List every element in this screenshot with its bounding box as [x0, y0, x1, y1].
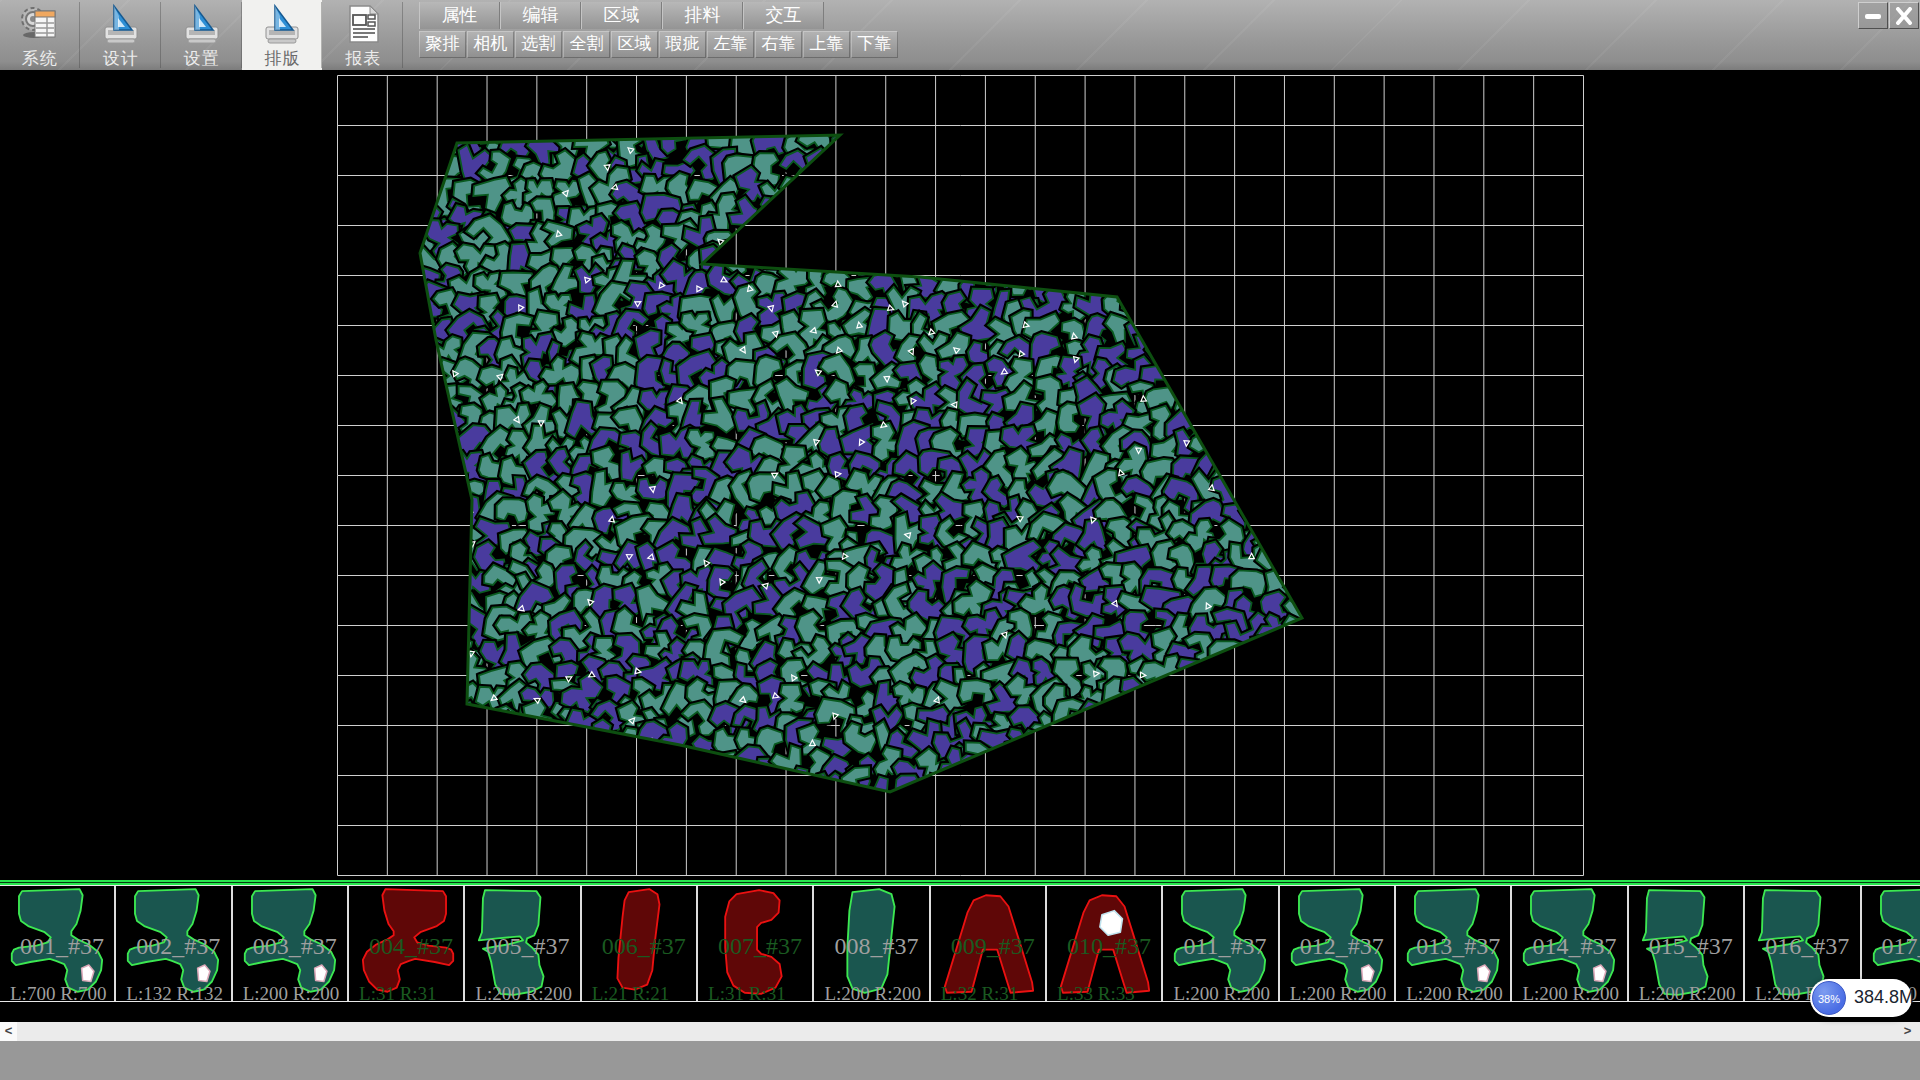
memory-status-pill: 38% 384.8M	[1810, 979, 1912, 1017]
nesting-canvas[interactable]	[0, 70, 1920, 880]
part-name: 016_#37	[1765, 933, 1849, 960]
memory-value: 384.8M	[1854, 987, 1914, 1008]
part-lr-count: L:200 R:200	[1173, 983, 1270, 1002]
part-thumbnail-014_#37[interactable]: 014_#37 L:200 R:200	[1512, 886, 1628, 1001]
main-tab-label: 系统	[0, 47, 80, 70]
set-square-icon	[260, 3, 304, 47]
part-thumbnail-005_#37[interactable]: 005_#37 L:200 R:200	[465, 886, 581, 1001]
set-square-icon	[99, 3, 143, 47]
toolbar: 系统设计设置排版报表 属性编辑区域排料交互 聚排相机选割全割区域瑕疵左靠右靠上靠…	[0, 0, 1920, 70]
part-thumbnail-004_#37[interactable]: 004_#37 L:31 R:31	[349, 886, 465, 1001]
menu2-1[interactable]: 聚排	[419, 31, 466, 58]
part-lr-count: L:200 R:200	[824, 983, 921, 1002]
menu1-2[interactable]: 编辑	[500, 2, 581, 29]
nesting-view[interactable]	[0, 70, 1920, 880]
part-lr-count: L:200 R:200	[243, 983, 340, 1002]
part-name: 011_#37	[1183, 933, 1266, 960]
menu1-5[interactable]: 交互	[743, 2, 824, 29]
part-lr-count: L:33 R:33	[1057, 983, 1135, 1002]
part-lr-count: L:200 R:200	[475, 983, 572, 1002]
horizontal-scrollbar[interactable]: < >	[0, 1022, 1920, 1041]
part-thumbnail-013_#37[interactable]: 013_#37 L:200 R:200	[1396, 886, 1512, 1001]
main-tab-label: 设计	[81, 47, 161, 70]
part-name: 005_#37	[485, 933, 569, 960]
part-name: 001_#37	[20, 933, 104, 960]
minimize-icon	[1863, 7, 1883, 25]
part-lr-count: L:21 R:21	[592, 983, 670, 1002]
main-tab-3[interactable]: 设置	[162, 0, 242, 70]
part-name: 004_#37	[369, 933, 453, 960]
close-icon	[1894, 7, 1914, 25]
part-thumbnail-009_#37[interactable]: 009_#37 L:32 R:31	[931, 886, 1047, 1001]
part-name: 007_#37	[718, 933, 802, 960]
bottom-gap	[0, 1003, 1920, 1022]
part-lr-count: L:200 R:200	[1522, 983, 1619, 1002]
part-lr-count: L:132 R:132	[126, 983, 223, 1002]
menu2-10[interactable]: 下靠	[851, 31, 898, 58]
part-name: 015_#37	[1649, 933, 1733, 960]
part-name: 009_#37	[951, 933, 1035, 960]
scroll-right-arrow[interactable]: >	[1899, 1022, 1916, 1041]
part-name: 006_#37	[602, 933, 686, 960]
part-thumbnail-002_#37[interactable]: 002_#37 L:132 R:132	[116, 886, 232, 1001]
menu2-5[interactable]: 区域	[611, 31, 658, 58]
part-thumbnail-010_#37[interactable]: 010_#37 L:33 R:33	[1047, 886, 1163, 1001]
menu-row-2: 聚排相机选割全割区域瑕疵左靠右靠上靠下靠	[419, 31, 899, 58]
part-lr-count: L:700 R:700	[10, 983, 107, 1002]
part-lr-count: L:32 R:31	[941, 983, 1019, 1002]
main-tab-2[interactable]: 设计	[81, 0, 161, 70]
menu2-2[interactable]: 相机	[467, 31, 514, 58]
main-tab-4[interactable]: 排版	[242, 0, 322, 70]
part-lr-count: L:200 R:200	[1406, 983, 1503, 1002]
main-tab-5[interactable]: 报表	[323, 0, 403, 70]
menu2-9[interactable]: 上靠	[803, 31, 850, 58]
gear-document-icon	[18, 3, 62, 47]
part-name: 013_#37	[1416, 933, 1500, 960]
menu1-3[interactable]: 区域	[581, 2, 662, 29]
part-lr-count: L:31 R:31	[359, 983, 437, 1002]
menu2-3[interactable]: 选割	[515, 31, 562, 58]
set-square-icon	[180, 3, 224, 47]
parts-strip[interactable]: 001_#37 L:700 R:700 002_#37 L:132 R:132 003_…	[0, 885, 1920, 1002]
close-button[interactable]	[1889, 2, 1919, 29]
menu2-8[interactable]: 右靠	[755, 31, 802, 58]
part-thumbnail-007_#37[interactable]: 007_#37 L:31 R:31	[698, 886, 814, 1001]
minimize-button[interactable]	[1858, 2, 1888, 29]
menu1-4[interactable]: 排料	[662, 2, 743, 29]
progress-badge: 38%	[1812, 981, 1846, 1015]
part-name: 017_#37	[1882, 933, 1920, 960]
main-tab-label: 排版	[242, 47, 322, 70]
part-thumbnail-008_#37[interactable]: 008_#37 L:200 R:200	[814, 886, 930, 1001]
part-name: 002_#37	[136, 933, 220, 960]
application-window: 系统设计设置排版报表 属性编辑区域排料交互 聚排相机选割全割区域瑕疵左靠右靠上靠…	[0, 0, 1920, 1080]
part-lr-count: L:200 R:200	[1290, 983, 1387, 1002]
part-thumbnail-012_#37[interactable]: 012_#37 L:200 R:200	[1280, 886, 1396, 1001]
button-separator	[402, 2, 403, 68]
report-icon	[341, 3, 385, 47]
menu2-4[interactable]: 全割	[563, 31, 610, 58]
part-thumbnail-015_#37[interactable]: 015_#37 L:200 R:200	[1629, 886, 1745, 1001]
main-tab-1[interactable]: 系统	[0, 0, 80, 70]
part-thumbnail-006_#37[interactable]: 006_#37 L:21 R:21	[582, 886, 698, 1001]
part-lr-count: L:200 R:200	[1639, 983, 1736, 1002]
status-bar	[0, 1041, 1920, 1080]
part-name: 010_#37	[1067, 933, 1151, 960]
menu2-6[interactable]: 瑕疵	[659, 31, 706, 58]
menu1-1[interactable]: 属性	[419, 2, 500, 29]
menu-row-1: 属性编辑区域排料交互	[419, 2, 824, 29]
part-name: 008_#37	[834, 933, 918, 960]
part-lr-count: L:31 R:31	[708, 983, 786, 1002]
main-tab-label: 报表	[323, 47, 403, 70]
part-thumbnail-003_#37[interactable]: 003_#37 L:200 R:200	[233, 886, 349, 1001]
menu2-7[interactable]: 左靠	[707, 31, 754, 58]
part-thumbnail-001_#37[interactable]: 001_#37 L:700 R:700	[0, 886, 116, 1001]
scroll-left-arrow[interactable]: <	[0, 1022, 17, 1041]
main-tab-label: 设置	[162, 47, 242, 70]
part-name: 012_#37	[1300, 933, 1384, 960]
part-name: 003_#37	[253, 933, 337, 960]
part-name: 014_#37	[1532, 933, 1616, 960]
part-thumbnail-011_#37[interactable]: 011_#37 L:200 R:200	[1163, 886, 1279, 1001]
